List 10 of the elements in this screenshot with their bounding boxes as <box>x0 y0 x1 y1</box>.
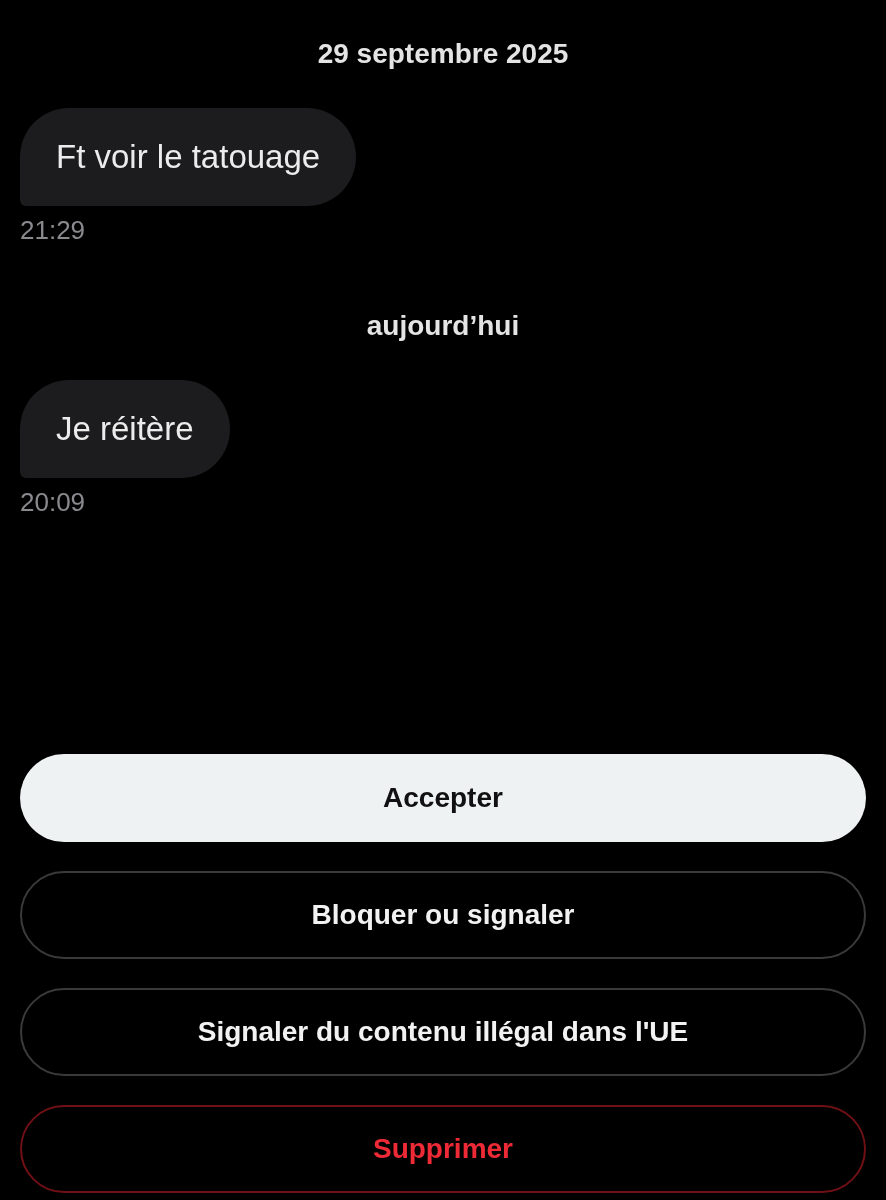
message-time: 20:09 <box>20 486 86 518</box>
message-time: 21:29 <box>20 214 86 246</box>
action-button[interactable]: Signaler du contenu illégal dans l'UE <box>20 988 866 1076</box>
message-bubble: Je réitère <box>20 380 230 478</box>
action-button[interactable]: Accepter <box>20 754 866 842</box>
date-separator: aujourd’hui <box>366 309 520 343</box>
delete-button[interactable]: Supprimer <box>20 1105 866 1193</box>
message-bubble: Ft voir le tatouage <box>20 108 357 206</box>
date-separator: 29 septembre 2025 <box>317 37 569 71</box>
action-button[interactable]: Bloquer ou signaler <box>20 871 866 959</box>
